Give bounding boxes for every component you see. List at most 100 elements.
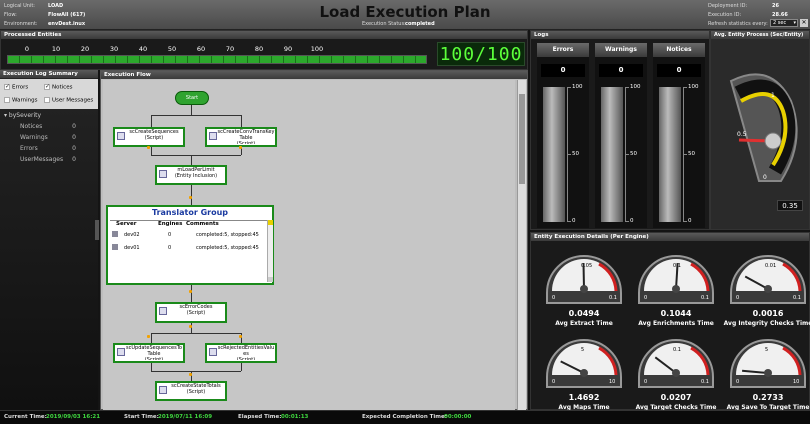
axis-tick: 100: [630, 84, 641, 90]
progress-bar-fill: [8, 56, 426, 63]
flow-node-load-per-limit[interactable]: mLoadPerLimit (Entity Inclusion): [155, 165, 227, 185]
script-icon: [117, 348, 125, 356]
severity-row-value: 0: [72, 123, 76, 130]
warnings-gauge: Warnings 0 100 50 0: [595, 43, 647, 228]
scrollbar-thumb[interactable]: [519, 94, 525, 184]
translator-group-title: Translator Group: [152, 208, 228, 217]
gauge-label: Notices: [653, 43, 705, 57]
flow-node-create-sequences[interactable]: scCreateSequences (Script): [113, 127, 185, 147]
gauge-value: 0.2733: [752, 393, 784, 402]
gauge-min-label: 0: [644, 295, 647, 301]
gauge-mid-label: 5: [581, 347, 584, 353]
flow-node-error-codes[interactable]: scErrorCodes (Script): [155, 302, 227, 323]
warnings-checkbox[interactable]: Warnings: [4, 97, 37, 104]
user-messages-checkbox[interactable]: User Messages: [44, 97, 93, 104]
entity-execution-details-panel: Entity Execution Details (Per Engine) 00…: [530, 232, 810, 411]
severity-row-value: 0: [72, 134, 76, 141]
gauge-value: 0.0016: [752, 309, 784, 318]
connector: [241, 363, 242, 371]
logs-panel: Logs Errors 0 100 50 0 Warnings 0 100 50…: [530, 30, 710, 230]
header-bar: Logical Unit: LOAD Flow: FlowAll (617) E…: [0, 0, 810, 30]
detail-gauge: 0 5 10 0.2733 Avg Save To Target Time: [723, 331, 810, 415]
progress-tick: 0: [24, 45, 30, 53]
severity-row: Warnings 0: [20, 134, 76, 141]
server-name: dev01: [124, 245, 140, 251]
flow-node-state-totals[interactable]: scCreateStateTotals (Script): [155, 381, 227, 401]
dial-label-mid: 0.5: [737, 131, 747, 138]
gauge-min-label: 0: [552, 295, 555, 301]
log-filter-box: Errors Notices Warnings User Messages: [0, 79, 98, 109]
connector: [151, 371, 241, 372]
deployment-id-value: 26: [772, 3, 779, 9]
panel-splitter[interactable]: [95, 220, 99, 240]
detail-gauge: 0 0.1 0.1 0.0207 Avg Target Checks Time: [631, 331, 721, 415]
status-footer: Current Time: 2019/09/03 16:21 Start Tim…: [0, 410, 810, 424]
group-scrollbar[interactable]: [267, 220, 273, 282]
status-dot: [189, 373, 192, 376]
refresh-select[interactable]: 2 sec ▾: [770, 19, 798, 27]
progress-tick: 100: [310, 45, 324, 53]
processed-entities-panel: Processed Entities 0 10 20 30 40 50 60 7…: [0, 30, 528, 70]
gauge-hub: [580, 369, 588, 377]
table-row[interactable]: dev01 0 completed:5, stopped:45: [110, 242, 268, 254]
errors-checkbox[interactable]: Errors: [4, 83, 28, 91]
execution-id-value: 28.66: [772, 12, 788, 18]
script-icon: [209, 348, 217, 356]
execution-flow-panel: Execution Flow Start scCreateSequences (…: [100, 70, 528, 410]
axis-tick: 100: [688, 84, 699, 90]
flow-node-create-conv-trans-key[interactable]: scCreateConvTransKey Table (Script): [205, 127, 277, 147]
node-type: (Entity Inclusion): [174, 173, 218, 179]
execution-status-value: completed: [405, 21, 435, 27]
progress-tick: 90: [283, 45, 293, 53]
axis-tick: 50: [630, 151, 637, 157]
gauge-label: Avg Integrity Checks Time: [723, 320, 810, 327]
flow-node-rejected-entities[interactable]: scRejectedEntitiesValu es (Script): [205, 343, 277, 363]
server-icon: [112, 231, 118, 237]
close-icon[interactable]: ✕: [800, 19, 808, 27]
engines-count: 0: [168, 245, 172, 251]
refresh-label: Refresh statistics every:: [708, 21, 768, 27]
gauge-value: 0.0494: [568, 309, 600, 318]
gauge-hub: [764, 369, 772, 377]
gauge-mid-label: 0.1: [673, 347, 681, 353]
current-time-label: Current Time:: [4, 414, 47, 420]
gauge-axis: 100 50 0: [567, 84, 587, 224]
notices-checkbox[interactable]: Notices: [44, 83, 72, 91]
flow-scrollbar[interactable]: [517, 80, 526, 410]
dial-hub: [764, 132, 782, 150]
node-type: (Script): [144, 357, 164, 360]
avg-entity-title: Avg. Entity Process (Sec/Entity): [711, 31, 809, 39]
flow-label: Flow:: [4, 12, 17, 18]
flow-node-update-sequences[interactable]: scUpdateSequencesTo Table (Script): [113, 343, 185, 363]
translator-group[interactable]: Translator Group Server Engines Comments…: [106, 205, 274, 285]
connector: [191, 105, 192, 115]
check-icon: [44, 83, 50, 90]
status-dot: [147, 335, 150, 338]
avg-entity-dial: 1 0.5 0: [729, 73, 798, 182]
status-dot: [189, 325, 192, 328]
column-header: Comments: [186, 221, 219, 227]
table-row[interactable]: dev02 0 completed:5, stopped:45: [110, 229, 268, 241]
gauge-label: Avg Enrichments Time: [638, 320, 714, 327]
current-time-value: 2019/09/03 16:21: [46, 414, 101, 420]
connector: [151, 333, 241, 334]
gauge-label: Avg Extract Time: [555, 320, 613, 327]
scroll-down-icon[interactable]: [268, 277, 273, 282]
severity-row-label: Errors: [20, 145, 38, 152]
server-name: dev02: [124, 232, 140, 238]
gauge-dial: 0 0.01 0.1: [730, 255, 806, 304]
column-header: Server: [116, 221, 137, 227]
gauge-hub: [580, 285, 588, 293]
environment-value: envDest.inux: [48, 21, 86, 27]
severity-group[interactable]: ▾ bySeverity: [4, 112, 41, 119]
start-node[interactable]: Start: [175, 91, 209, 105]
status-dot: [239, 146, 242, 149]
scroll-up-icon[interactable]: [268, 220, 273, 225]
progress-tick: 80: [254, 45, 264, 53]
comments: completed:5, stopped:45: [196, 245, 259, 251]
connector: [151, 115, 241, 116]
dial-label-min: 0: [763, 174, 767, 181]
processed-counter: 100/100: [437, 42, 525, 66]
severity-row-label: UserMessages: [20, 156, 64, 163]
gauge-max-label: 10: [609, 379, 615, 385]
